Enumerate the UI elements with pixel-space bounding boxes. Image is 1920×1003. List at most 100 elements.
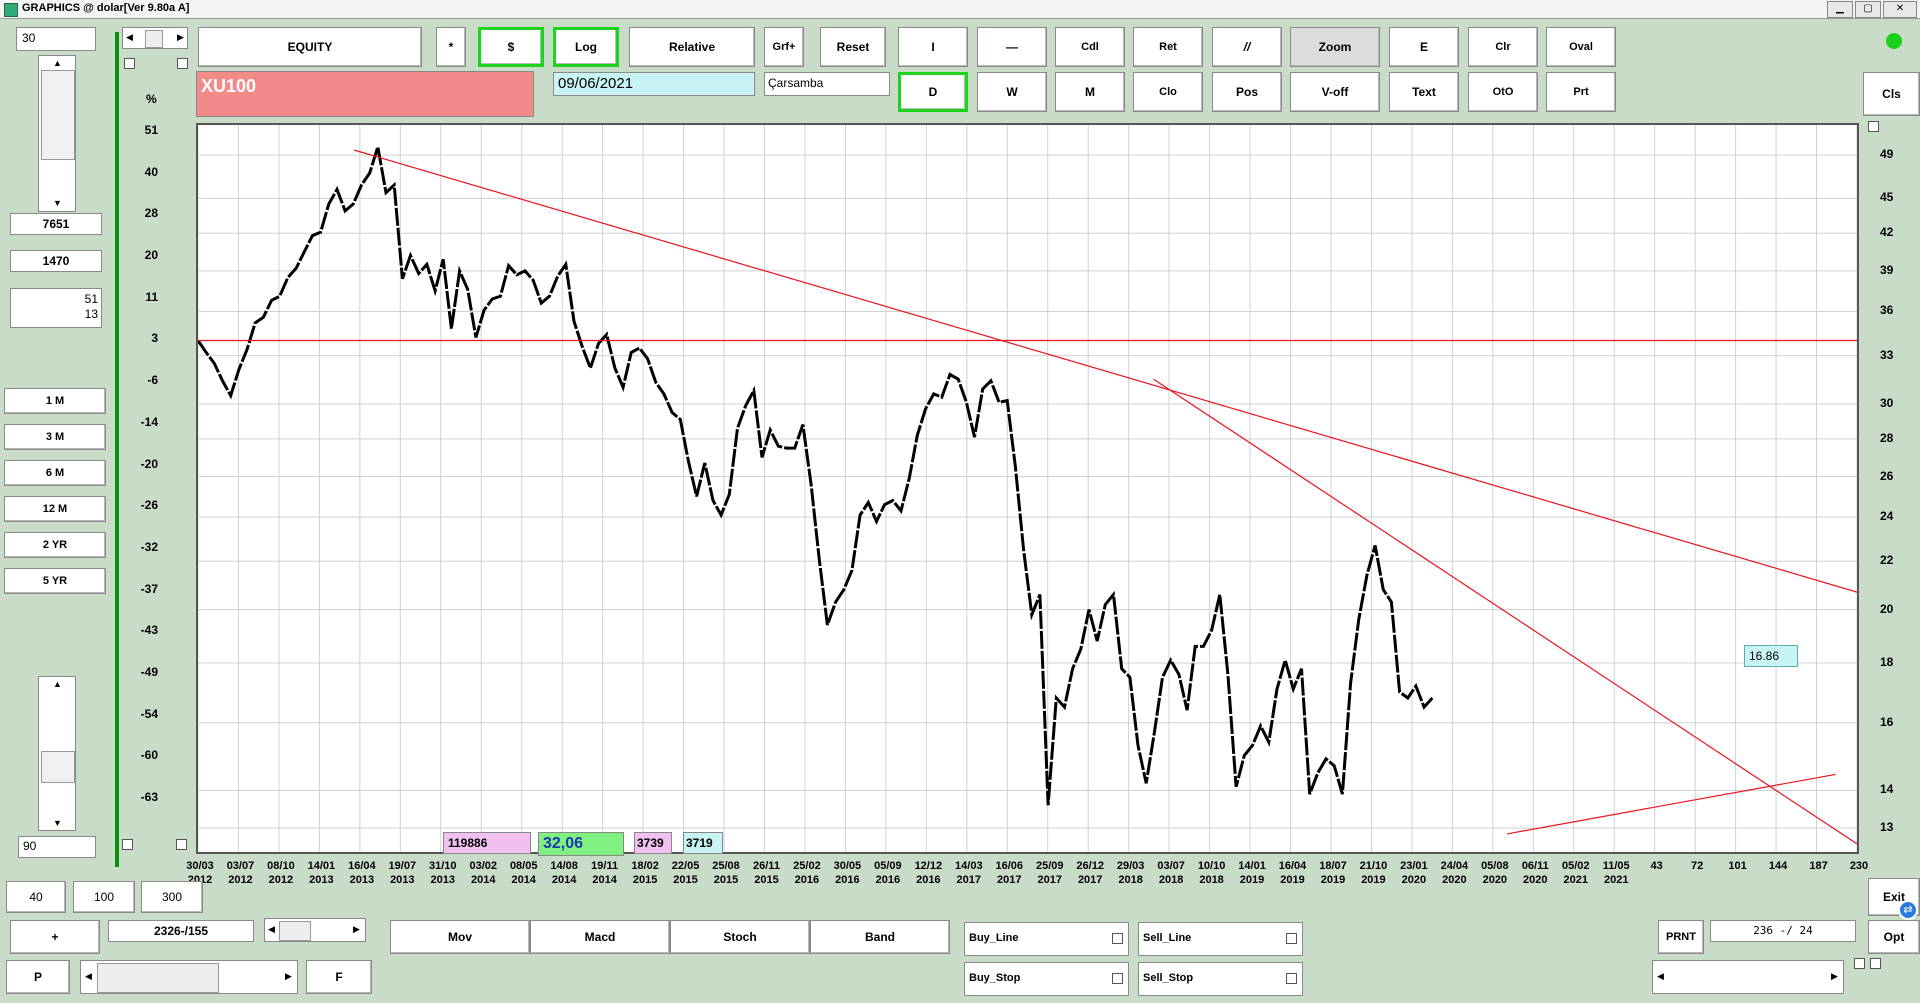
buy-line-checkbox[interactable] bbox=[1112, 933, 1123, 944]
y-left-tick: -14 bbox=[140, 414, 158, 429]
star-button[interactable]: * bbox=[436, 27, 466, 67]
scroll-up-icon[interactable]: ▲ bbox=[53, 58, 62, 68]
counter-scroller[interactable]: ◀ ▶ bbox=[264, 918, 366, 942]
sell-stop-checkbox[interactable] bbox=[1286, 973, 1297, 984]
cls-button[interactable]: Cls bbox=[1863, 72, 1920, 116]
prt-button[interactable]: Prt bbox=[1546, 72, 1616, 112]
scroll-right-icon[interactable]: ▶ bbox=[285, 971, 292, 982]
x-tick-top: 14/01 bbox=[307, 860, 336, 872]
scroll-right-icon[interactable]: ▶ bbox=[1831, 971, 1838, 982]
scroll-left-icon[interactable]: ◀ bbox=[85, 971, 92, 982]
checkbox-left-bottom[interactable] bbox=[122, 839, 133, 850]
checkbox-right-top[interactable] bbox=[177, 58, 188, 69]
scroll-left-icon[interactable]: ◀ bbox=[268, 924, 275, 935]
f-button[interactable]: F bbox=[306, 960, 372, 994]
vertical-slider-bottom[interactable]: ▲ ▼ bbox=[38, 676, 76, 831]
band-button[interactable]: Band bbox=[810, 920, 950, 954]
period-5yr-button[interactable]: 5 YR bbox=[4, 568, 106, 594]
x-tick-bottom: 2013 bbox=[349, 874, 375, 886]
sell-line-checkbox[interactable] bbox=[1286, 933, 1297, 944]
scroll-thumb[interactable] bbox=[279, 921, 311, 941]
dollar-button[interactable]: $ bbox=[478, 27, 544, 67]
p-button[interactable]: P bbox=[6, 960, 70, 994]
grf-plus-button[interactable]: Grf+ bbox=[764, 27, 804, 67]
horizontal-line-button[interactable]: — bbox=[977, 27, 1047, 67]
sell-line-toggle[interactable]: Sell_Line bbox=[1138, 922, 1303, 956]
plus-button[interactable]: + bbox=[10, 920, 100, 954]
equity-button[interactable]: EQUITY bbox=[198, 27, 422, 67]
reset-button[interactable]: Reset bbox=[820, 27, 886, 67]
period-12m-button[interactable]: 12 M bbox=[4, 496, 106, 522]
checkbox-br-2[interactable] bbox=[1870, 958, 1881, 969]
weekly-button[interactable]: W bbox=[977, 72, 1047, 112]
vertical-slider-top[interactable]: ▲ ▼ bbox=[38, 55, 76, 212]
monthly-button[interactable]: M bbox=[1055, 72, 1125, 112]
minimize-icon[interactable]: ▁ bbox=[1827, 1, 1853, 18]
buy-stop-toggle[interactable]: Buy_Stop bbox=[964, 962, 1129, 996]
ret-button[interactable]: Ret bbox=[1133, 27, 1203, 67]
scroll-left-icon[interactable]: ◀ bbox=[126, 32, 133, 43]
scroll-down-icon[interactable]: ▼ bbox=[53, 198, 62, 208]
x-tick-bottom: 2021 bbox=[1563, 874, 1588, 886]
scroll-right-icon[interactable]: ▶ bbox=[353, 924, 360, 935]
scroll-down-icon[interactable]: ▼ bbox=[53, 818, 62, 828]
y-right-tick: 14 bbox=[1880, 782, 1894, 797]
b300-button[interactable]: 300 bbox=[141, 881, 203, 913]
period-1m-button[interactable]: 1 M bbox=[4, 388, 106, 414]
chart-plot-area[interactable] bbox=[196, 123, 1859, 854]
scroll-left-icon[interactable]: ◀ bbox=[1657, 971, 1664, 982]
sell-stop-toggle[interactable]: Sell_Stop bbox=[1138, 962, 1303, 996]
opt-button[interactable]: Opt bbox=[1868, 920, 1920, 954]
text-button[interactable]: Text bbox=[1389, 72, 1459, 112]
stoch-button[interactable]: Stoch bbox=[670, 920, 810, 954]
maximize-icon[interactable]: ▢ bbox=[1855, 1, 1881, 18]
period-3m-button[interactable]: 3 M bbox=[4, 424, 106, 450]
macd-button[interactable]: Macd bbox=[530, 920, 670, 954]
parallel-button[interactable]: // bbox=[1212, 27, 1282, 67]
b100-button[interactable]: 100 bbox=[73, 881, 135, 913]
zoom-button[interactable]: Zoom bbox=[1290, 27, 1380, 67]
x-tick: 11/05 2021 bbox=[1596, 859, 1636, 887]
checkbox-right[interactable] bbox=[1868, 121, 1879, 132]
oval-button[interactable]: Oval bbox=[1546, 27, 1616, 67]
x-tick: 03/07 2012 bbox=[220, 859, 260, 887]
cdl-button[interactable]: Cdl bbox=[1055, 27, 1125, 67]
swap-icon[interactable]: ⇄ bbox=[1898, 900, 1918, 920]
right-scroller[interactable]: ◀ ▶ bbox=[1652, 960, 1844, 994]
buy-stop-checkbox[interactable] bbox=[1112, 973, 1123, 984]
small-h-scroller[interactable]: ◀ ▶ bbox=[122, 27, 188, 49]
relative-button[interactable]: Relative bbox=[629, 27, 755, 67]
buy-line-toggle[interactable]: Buy_Line bbox=[964, 922, 1129, 956]
checkbox-right-bottom[interactable] bbox=[176, 839, 187, 850]
clr-button[interactable]: Clr bbox=[1468, 27, 1538, 67]
vertical-line-button[interactable]: I bbox=[898, 27, 968, 67]
date-field[interactable]: 09/06/2021 bbox=[553, 72, 755, 96]
scroll-up-icon[interactable]: ▲ bbox=[53, 679, 62, 689]
clo-button[interactable]: Clo bbox=[1133, 72, 1203, 112]
mov-button[interactable]: Mov bbox=[390, 920, 530, 954]
e-button[interactable]: E bbox=[1389, 27, 1459, 67]
oto-button[interactable]: OtO bbox=[1468, 72, 1538, 112]
close-icon[interactable]: ✕ bbox=[1883, 1, 1917, 18]
daily-button[interactable]: D bbox=[898, 72, 968, 112]
checkbox-br-1[interactable] bbox=[1854, 958, 1865, 969]
period-2yr-button[interactable]: 2 YR bbox=[4, 532, 106, 558]
y-left-tick: 20 bbox=[144, 248, 158, 263]
checkbox-left-top[interactable] bbox=[124, 58, 135, 69]
scroll-thumb[interactable] bbox=[41, 70, 75, 160]
prnt-button[interactable]: PRNT bbox=[1658, 920, 1704, 954]
bottom-input[interactable]: 90 bbox=[18, 836, 96, 858]
y-right-tick: 22 bbox=[1880, 553, 1894, 568]
date-scroller[interactable]: ◀ ▶ bbox=[80, 960, 298, 994]
scroll-thumb[interactable] bbox=[145, 30, 163, 48]
top-input[interactable]: 30 bbox=[16, 27, 96, 51]
price-chart[interactable] bbox=[196, 125, 1858, 852]
scroll-right-icon[interactable]: ▶ bbox=[177, 32, 184, 43]
period-6m-button[interactable]: 6 M bbox=[4, 460, 106, 486]
scroll-thumb[interactable] bbox=[41, 751, 75, 783]
b40-button[interactable]: 40 bbox=[6, 881, 66, 913]
log-button[interactable]: Log bbox=[553, 27, 619, 67]
pos-button[interactable]: Pos bbox=[1212, 72, 1282, 112]
scroll-thumb[interactable] bbox=[97, 963, 219, 993]
v-off-button[interactable]: V-off bbox=[1290, 72, 1380, 112]
